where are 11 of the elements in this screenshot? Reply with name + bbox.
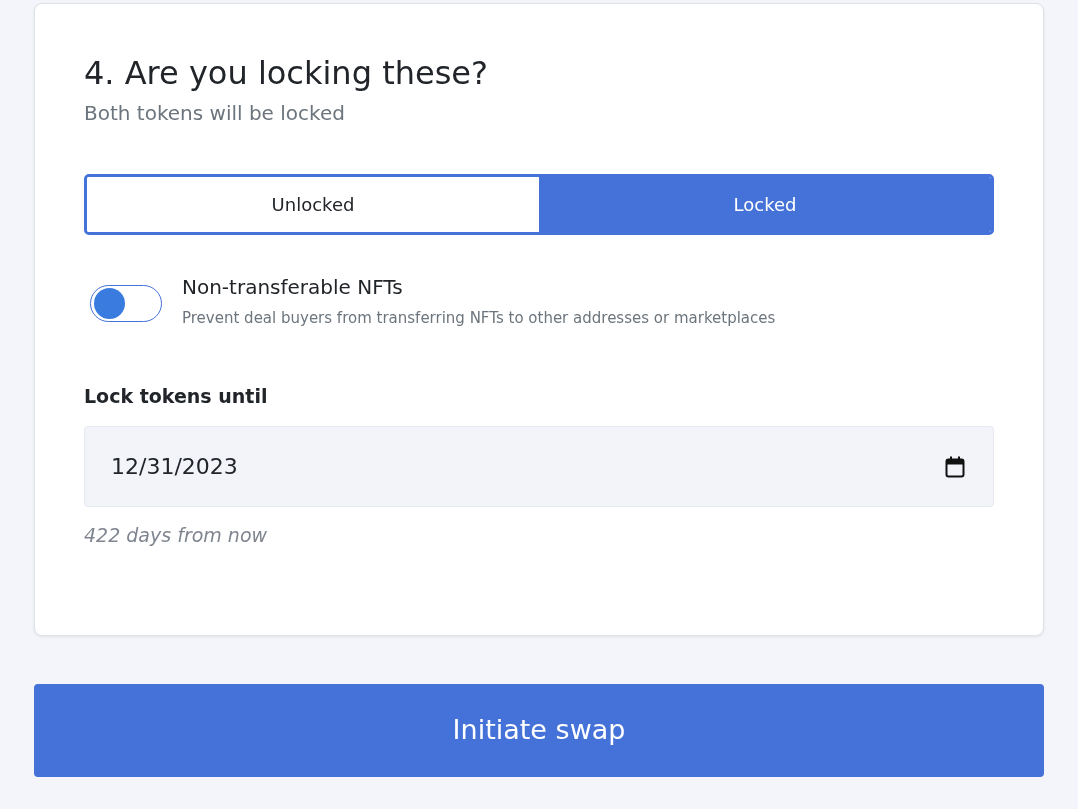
initiate-swap-button[interactable]: Initiate swap (34, 684, 1044, 777)
hint-text: 422 days from now (84, 523, 269, 549)
toggle-description: Prevent deal buyers from transferring NFTs to other addresses or marketplaces (182, 308, 776, 330)
date-field[interactable]: 12/31/2023 (84, 426, 994, 508)
section-subtitle: Both tokens will be locked (84, 100, 346, 128)
calendar-icon[interactable] (945, 455, 965, 478)
field-label: Lock tokens until (84, 383, 269, 409)
segment-tab[interactable]: Locked (539, 177, 991, 233)
toggle-switch[interactable] (90, 285, 162, 323)
toggle-label: Non-transferable NFTs (182, 275, 404, 300)
section-title: 4. Are you locking these? (84, 54, 489, 93)
